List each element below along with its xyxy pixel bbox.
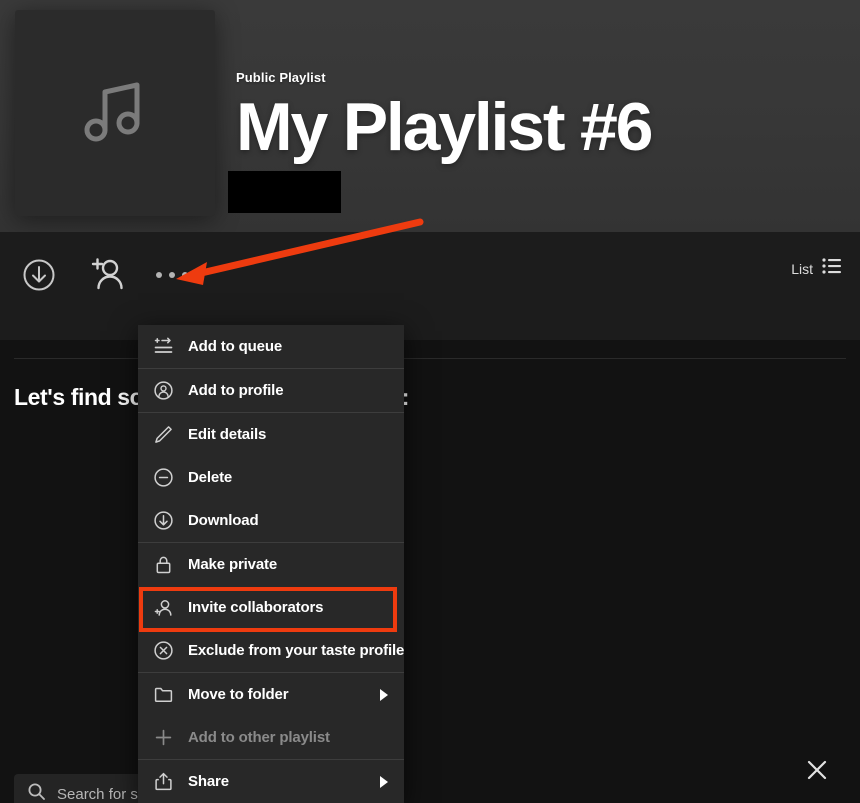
menu-item-invite-collaborators[interactable]: Invite collaborators <box>138 586 404 629</box>
menu-item-share[interactable]: Share <box>138 760 404 803</box>
menu-item-download[interactable]: Download <box>138 499 404 542</box>
spotify-playlist-page: Public Playlist My Playlist #6 List Let'… <box>0 0 860 803</box>
toolbar-actions <box>12 248 196 302</box>
pencil-icon <box>154 425 180 444</box>
menu-item-label: Edit details <box>188 426 267 443</box>
menu-item-label: Download <box>188 512 259 529</box>
playlist-cover-art[interactable] <box>15 10 215 216</box>
playlist-context-menu: Add to queue Add to profile Edit details <box>138 325 404 803</box>
menu-item-add-to-other-playlist[interactable]: Add to other playlist <box>138 716 404 759</box>
add-to-queue-icon <box>154 337 180 356</box>
search-icon <box>28 783 45 803</box>
list-view-icon <box>822 258 842 279</box>
chevron-right-icon <box>378 775 390 789</box>
menu-item-label: Share <box>188 773 229 790</box>
add-person-icon <box>87 255 127 295</box>
menu-item-label: Add to other playlist <box>188 729 330 746</box>
menu-item-label: Exclude from your taste profile <box>188 642 404 659</box>
page-title: My Playlist #6 <box>236 89 653 165</box>
menu-item-make-private[interactable]: Make private <box>138 543 404 586</box>
download-circle-icon <box>22 258 56 292</box>
playlist-header: Public Playlist My Playlist #6 <box>0 0 860 232</box>
menu-item-label: Add to queue <box>188 338 283 355</box>
chevron-right-icon <box>378 688 390 702</box>
more-options-button[interactable] <box>148 248 196 302</box>
menu-item-add-to-queue[interactable]: Add to queue <box>138 325 404 368</box>
playlist-content-area: Let's find something for your playlist: <box>0 340 860 803</box>
invite-collaborators-button[interactable] <box>80 248 134 302</box>
menu-item-label: Move to folder <box>188 686 289 703</box>
folder-icon <box>154 685 180 704</box>
download-button[interactable] <box>12 248 66 302</box>
x-circle-icon <box>154 641 180 660</box>
menu-item-label: Delete <box>188 469 233 486</box>
menu-item-label: Invite collaborators <box>188 599 324 616</box>
playlist-meta: Public Playlist My Playlist #6 <box>236 70 836 165</box>
profile-circle-icon <box>154 381 180 400</box>
music-note-icon <box>83 78 147 149</box>
view-mode-selector[interactable]: List <box>791 258 842 279</box>
redacted-owner-block <box>228 171 341 213</box>
plus-icon <box>154 728 180 747</box>
menu-item-label: Add to profile <box>188 382 284 399</box>
minus-circle-icon <box>154 468 180 487</box>
lock-icon <box>154 555 180 574</box>
more-options-dots-icon <box>156 272 188 278</box>
menu-item-delete[interactable]: Delete <box>138 456 404 499</box>
menu-item-move-to-folder[interactable]: Move to folder <box>138 673 404 716</box>
menu-item-label: Make private <box>188 556 278 573</box>
menu-item-exclude-from-taste-profile[interactable]: Exclude from your taste profile <box>138 629 404 672</box>
add-person-icon <box>154 598 180 617</box>
playlist-type-label: Public Playlist <box>236 70 326 85</box>
view-mode-label: List <box>791 260 813 277</box>
share-icon <box>154 772 180 791</box>
close-icon <box>806 759 828 784</box>
menu-item-add-to-profile[interactable]: Add to profile <box>138 369 404 412</box>
menu-item-edit-details[interactable]: Edit details <box>138 413 404 456</box>
playlist-action-toolbar: List <box>0 232 860 340</box>
download-circle-icon <box>154 511 180 530</box>
close-search-panel-button[interactable] <box>798 752 836 790</box>
